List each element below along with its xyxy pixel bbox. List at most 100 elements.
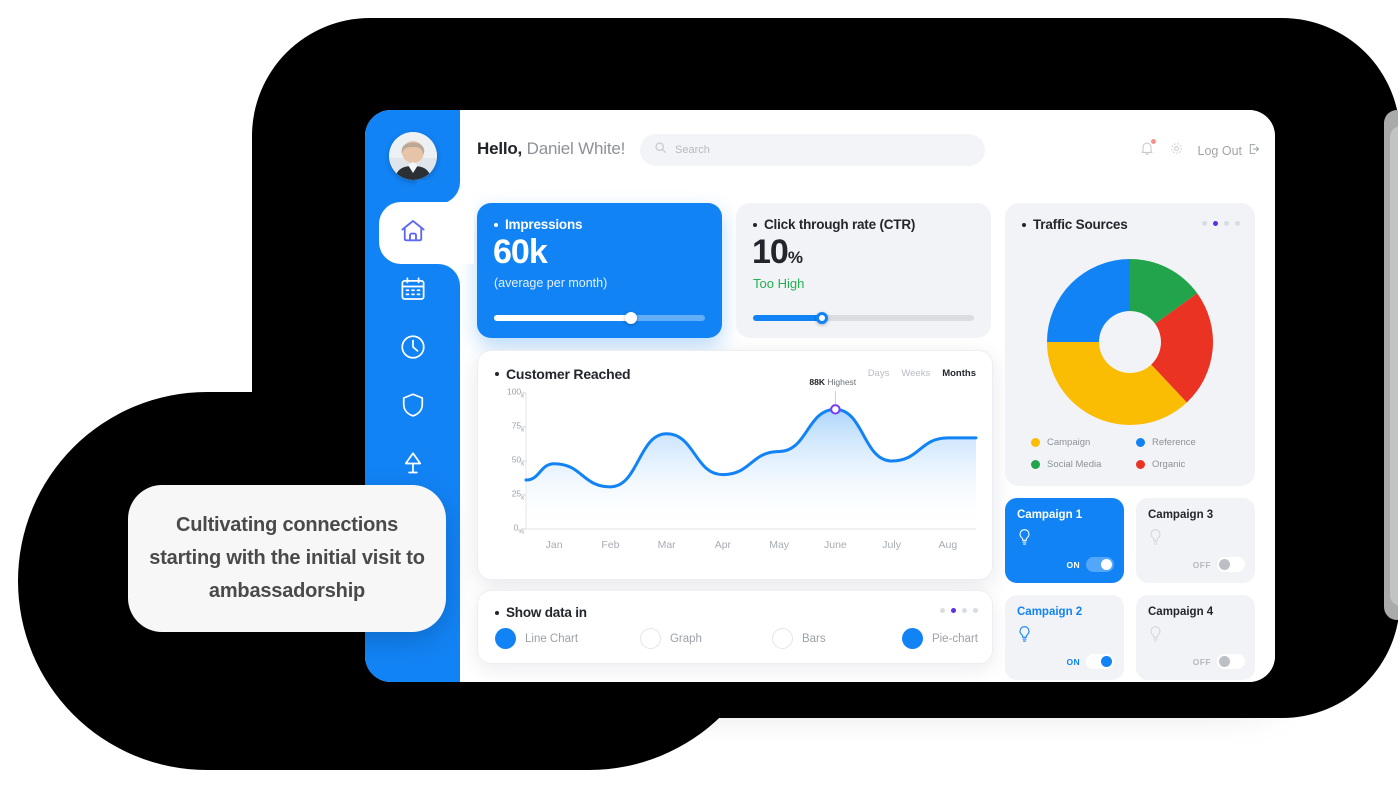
- legend-label: Campaign: [1047, 437, 1091, 448]
- donut-slice[interactable]: [1047, 259, 1130, 342]
- lightbulb-icon: [1017, 625, 1032, 649]
- x-label: Jan: [545, 539, 563, 551]
- callout-text: Cultivating connections starting with th…: [149, 514, 425, 602]
- calendar-icon: [398, 274, 428, 304]
- x-label: May: [769, 539, 790, 551]
- campaign-card-4[interactable]: Campaign 4 OFF: [1136, 595, 1255, 680]
- radio-bars[interactable]: Bars: [771, 628, 902, 649]
- bullet-icon: [495, 610, 499, 615]
- toggle-knob: [1219, 656, 1230, 667]
- radio-indicator[interactable]: [639, 628, 661, 649]
- radio-label: Graph: [669, 632, 702, 645]
- campaign-toggle-row[interactable]: ON: [1066, 557, 1114, 572]
- sidebar-item-clock[interactable]: [365, 318, 460, 376]
- radio-indicator[interactable]: [771, 628, 793, 649]
- traffic-pagination-dots: [1202, 221, 1240, 226]
- tab-months[interactable]: Months: [942, 368, 976, 379]
- notification-bell-icon[interactable]: [1139, 139, 1156, 161]
- legend-label: Social Media: [1047, 459, 1102, 470]
- top-bar-actions: Log Out: [1139, 139, 1261, 161]
- page-title: Hello, Daniel White!: [477, 139, 625, 159]
- dot[interactable]: [973, 608, 978, 613]
- toggle-switch[interactable]: [1086, 654, 1114, 669]
- ctr-value-row: 10%: [752, 233, 803, 271]
- traffic-sources-title-row: Traffic Sources: [1022, 217, 1128, 232]
- toggle-knob: [1101, 559, 1112, 570]
- dot[interactable]: [1202, 221, 1207, 226]
- radio-indicator[interactable]: [495, 628, 516, 649]
- impressions-slider[interactable]: [494, 312, 705, 324]
- lamp-icon: [398, 448, 428, 478]
- greeting-name: Daniel White!: [526, 139, 626, 158]
- impressions-slider-handle[interactable]: [625, 312, 638, 324]
- dot[interactable]: [1235, 221, 1240, 226]
- campaign-toggle-row[interactable]: OFF: [1193, 557, 1245, 572]
- legend-swatch: [1031, 460, 1040, 469]
- avatar[interactable]: [389, 132, 437, 180]
- lightbulb-icon: [1017, 528, 1032, 552]
- radio-graph[interactable]: Graph: [639, 628, 772, 649]
- gear-icon[interactable]: [1169, 141, 1184, 161]
- sidebar-item-lamp[interactable]: [365, 434, 460, 492]
- search-input[interactable]: Search: [640, 134, 985, 166]
- toggle-knob: [1101, 656, 1112, 667]
- sidebar-item-shield[interactable]: [365, 376, 460, 434]
- top-bar: Hello, Daniel White! Search Log Out: [460, 110, 1275, 192]
- toggle-switch[interactable]: [1217, 557, 1245, 572]
- campaign-name: Campaign 4: [1148, 606, 1214, 618]
- legend-label: Organic: [1152, 459, 1186, 470]
- radio-indicator[interactable]: [901, 628, 923, 649]
- legend-item-campaign: Campaign: [1031, 437, 1136, 448]
- legend-item-social-media: Social Media: [1031, 459, 1136, 470]
- x-label: Apr: [714, 539, 732, 551]
- lightbulb-icon: [1148, 528, 1163, 552]
- toggle-switch[interactable]: [1086, 557, 1114, 572]
- x-label: Aug: [938, 539, 958, 551]
- dot[interactable]: [962, 608, 967, 613]
- logout-button[interactable]: Log Out: [1198, 142, 1261, 159]
- campaign-card-3[interactable]: Campaign 3 OFF: [1136, 498, 1255, 583]
- campaign-name: Campaign 1: [1017, 509, 1083, 521]
- peak-label: Highest: [827, 377, 857, 388]
- bullet-icon: [753, 222, 757, 227]
- shield-icon: [398, 390, 428, 420]
- ctr-status: Too High: [753, 276, 805, 291]
- radio-line-chart[interactable]: Line Chart: [495, 628, 640, 649]
- ctr-value: 10: [752, 233, 789, 271]
- toggle-switch[interactable]: [1217, 654, 1245, 669]
- bullet-icon: [495, 372, 499, 376]
- traffic-legend: Campaign Reference Social Media Organic: [1031, 437, 1241, 481]
- ctr-slider-handle[interactable]: [815, 312, 828, 324]
- dot[interactable]: [1224, 221, 1229, 226]
- campaign-state: OFF: [1192, 656, 1211, 667]
- legend-label: Reference: [1152, 437, 1196, 448]
- x-label: Mar: [657, 539, 676, 551]
- campaign-toggle-row[interactable]: ON: [1066, 654, 1114, 669]
- clock-icon: [398, 332, 428, 362]
- dashboard-window: Hello, Daniel White! Search Log Out Impr…: [365, 110, 1275, 682]
- chart-type-radio-group: Line Chart Graph Bars Pie-chart: [495, 628, 978, 649]
- legend-swatch: [1136, 438, 1145, 447]
- campaign-card-1[interactable]: Campaign 1 ON: [1005, 498, 1124, 583]
- logout-label: Log Out: [1197, 143, 1242, 158]
- dot-active[interactable]: [951, 608, 956, 613]
- legend-swatch: [1136, 460, 1145, 469]
- tab-weeks[interactable]: Weeks: [901, 368, 930, 379]
- campaign-state: OFF: [1192, 559, 1211, 570]
- tab-days[interactable]: Days: [868, 368, 890, 379]
- legend-swatch: [1031, 438, 1040, 447]
- search-icon: [654, 141, 667, 159]
- campaign-toggle-row[interactable]: OFF: [1193, 654, 1245, 669]
- search-placeholder: Search: [675, 144, 710, 156]
- dot[interactable]: [940, 608, 945, 613]
- radio-pie-chart[interactable]: Pie-chart: [901, 628, 978, 649]
- campaign-state: ON: [1066, 656, 1080, 667]
- range-tabs: Days Weeks Months: [868, 368, 976, 379]
- donut-chart: [1045, 257, 1215, 432]
- greeting-bold: Hello,: [477, 139, 523, 158]
- ctr-slider[interactable]: [753, 312, 974, 324]
- campaign-card-2[interactable]: Campaign 2 ON: [1005, 595, 1124, 680]
- campaign-state: ON: [1066, 559, 1080, 570]
- dot-active[interactable]: [1213, 221, 1218, 226]
- radio-label: Pie-chart: [931, 632, 978, 645]
